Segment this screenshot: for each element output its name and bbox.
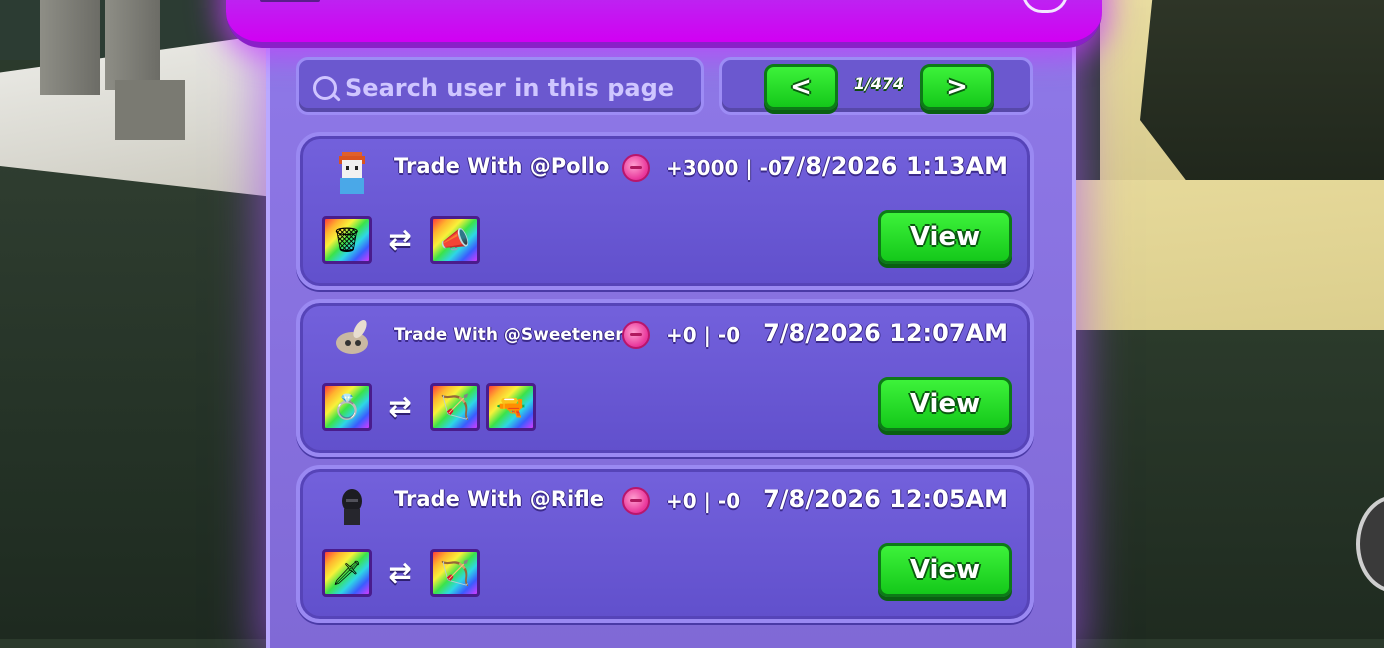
trade-title: Trade With @Rifle bbox=[394, 487, 604, 511]
page-indicator: 1/474 bbox=[853, 74, 905, 93]
coin-icon bbox=[622, 321, 650, 349]
trade-gain: +0 | -0 bbox=[666, 323, 741, 347]
sword-icon[interactable]: 🗡 bbox=[322, 549, 372, 597]
avatar-red-hair-icon bbox=[339, 152, 365, 194]
trade-gain: +0 | -0 bbox=[666, 489, 741, 513]
trade-title: Trade With @Sweetener bbox=[394, 325, 624, 345]
swap-arrows-icon: ⇄ bbox=[388, 223, 412, 256]
pillar-base bbox=[115, 80, 185, 140]
swap-arrows-icon: ⇄ bbox=[388, 390, 412, 423]
coin-icon bbox=[622, 487, 650, 515]
trade-date: 7/8/2026 12:07AM bbox=[763, 319, 1008, 347]
header-icon bbox=[260, 0, 320, 2]
view-button[interactable]: View bbox=[878, 543, 1012, 597]
trade-date: 7/8/2026 12:05AM bbox=[763, 485, 1008, 513]
trade-date: 7/8/2026 1:13AM bbox=[779, 152, 1008, 180]
pillar bbox=[40, 0, 100, 95]
search-icon bbox=[313, 76, 337, 100]
pillar bbox=[105, 0, 160, 90]
coin-icon bbox=[622, 154, 650, 182]
grass-floor bbox=[1075, 330, 1384, 639]
trade-gain: +3000 | -0 bbox=[666, 156, 782, 180]
bow-icon[interactable]: 🏹 bbox=[430, 383, 480, 431]
trade-card: Trade With @Sweetener +0 | -0 7/8/2026 1… bbox=[296, 299, 1034, 457]
ring-icon[interactable]: 💍 bbox=[322, 383, 372, 431]
avatar-dark-helmet-icon bbox=[342, 489, 362, 525]
avatar-bunny-icon bbox=[336, 319, 368, 354]
search-input[interactable] bbox=[343, 68, 697, 108]
next-page-button[interactable]: > bbox=[920, 64, 994, 110]
prev-page-button[interactable]: < bbox=[764, 64, 838, 110]
view-button[interactable]: View bbox=[878, 210, 1012, 264]
trade-title: Trade With @Pollo bbox=[394, 154, 610, 178]
trade-card: Trade With @Rifle +0 | -0 7/8/2026 12:05… bbox=[296, 465, 1034, 623]
bow-icon[interactable]: 🏹 bbox=[430, 549, 480, 597]
view-button[interactable]: View bbox=[878, 377, 1012, 431]
swap-arrows-icon: ⇄ bbox=[388, 556, 412, 589]
panel-header bbox=[226, 0, 1102, 48]
trash-can-icon[interactable]: 🗑 bbox=[322, 216, 372, 264]
blaster-icon[interactable]: 🔫 bbox=[486, 383, 536, 431]
trade-card: Trade With @Pollo +3000 | -0 7/8/2026 1:… bbox=[296, 132, 1034, 290]
pagination: < 1/474 > bbox=[719, 57, 1033, 115]
megaphone-icon[interactable]: 📣 bbox=[430, 216, 480, 264]
search-bar bbox=[296, 57, 704, 115]
